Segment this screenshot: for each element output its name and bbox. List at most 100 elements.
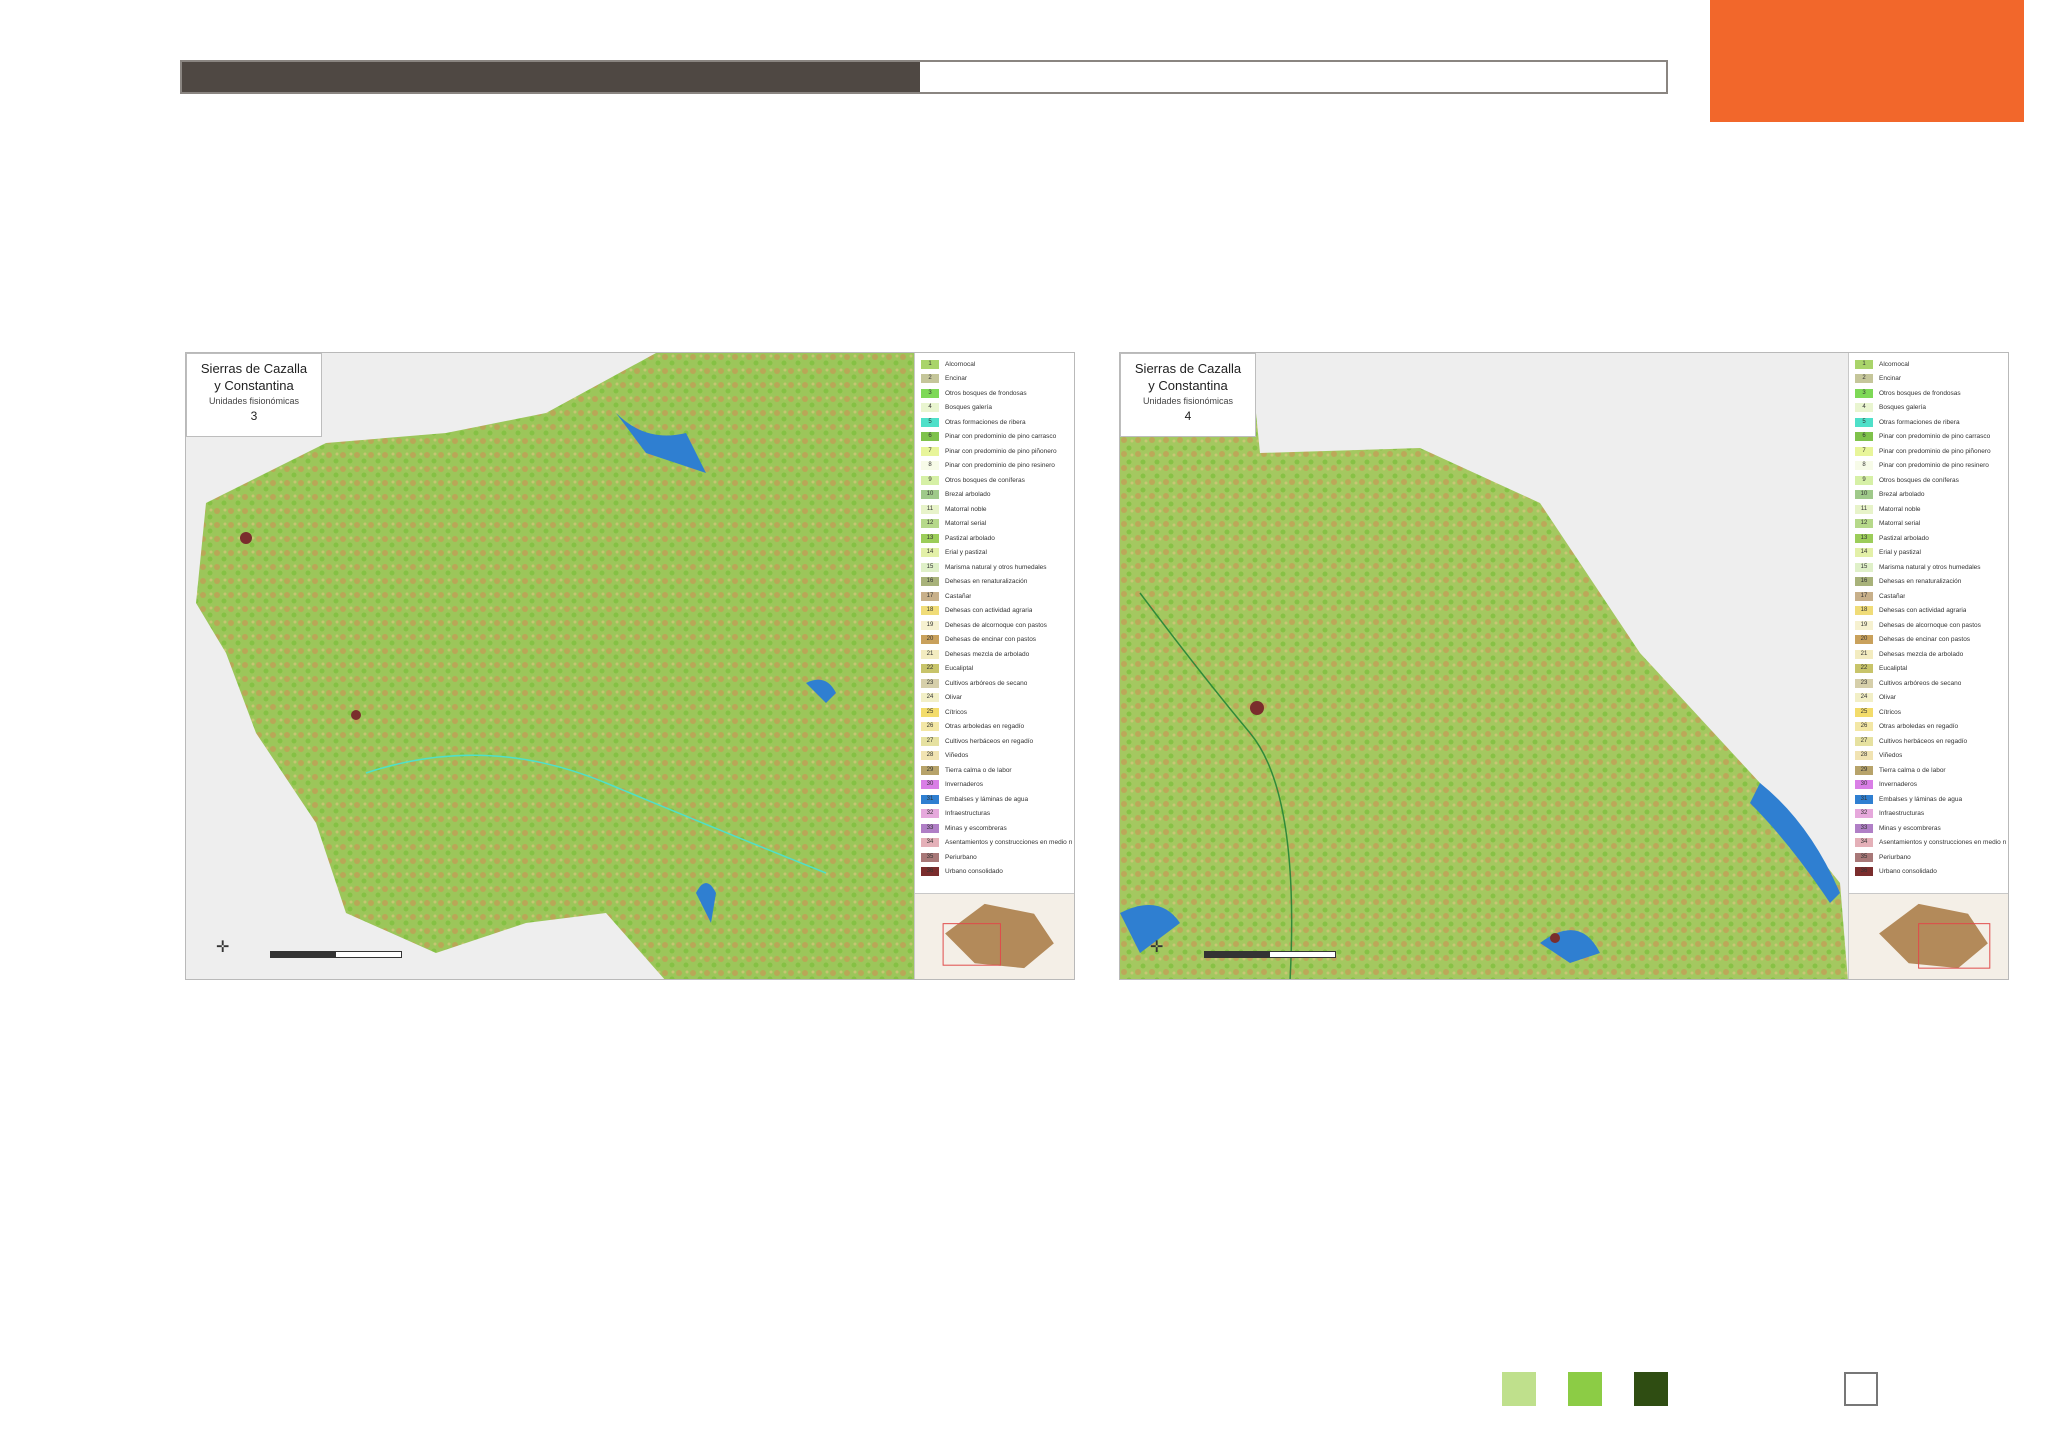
legend-swatch: 11 xyxy=(1855,504,1873,514)
legend-swatch: 7 xyxy=(921,446,939,456)
color-square-empty xyxy=(1844,1372,1878,1406)
legend-label: Cítricos xyxy=(945,708,968,716)
legend-item: 4 Bosques galería xyxy=(921,401,1072,416)
legend-swatch: 1 xyxy=(1855,359,1873,369)
legend-item: 16 Dehesas en renaturalización xyxy=(921,575,1072,590)
legend-item: 14 Erial y pastizal xyxy=(921,546,1072,561)
map-title-box: Sierras de Cazalla y Constantina Unidade… xyxy=(1120,353,1256,437)
terrain-map xyxy=(1120,353,1848,979)
legend-label: Embalses y láminas de agua xyxy=(1879,795,1963,803)
legend-label: Brezal arbolado xyxy=(945,491,991,499)
map-area[interactable]: Sierras de Cazalla y Constantina Unidade… xyxy=(1120,353,1848,979)
legend-label: Matorral noble xyxy=(945,505,987,513)
legend-label: Dehesas con actividad agraria xyxy=(945,607,1033,615)
legend-swatch: 8 xyxy=(1855,461,1873,471)
locator-inset-map xyxy=(1848,893,2008,979)
legend-item: 15 Marisma natural y otros humedales xyxy=(921,560,1072,575)
legend-item: 25 Cítricos xyxy=(921,705,1072,720)
legend-swatch: 32 xyxy=(921,809,939,819)
legend-label: Olivar xyxy=(945,694,962,702)
scale-bar xyxy=(1204,951,1336,958)
legend-item: 34 Asentamientos y construcciones en medi… xyxy=(921,836,1072,851)
legend-label: Dehesas de encinar con pastos xyxy=(945,636,1037,644)
north-arrow-icon: ✛ xyxy=(1150,939,1164,956)
legend-item: 31 Embalses y láminas de agua xyxy=(921,792,1072,807)
legend-label: Castañar xyxy=(1879,592,1906,600)
legend-swatch: 30 xyxy=(921,780,939,790)
map-title-box: Sierras de Cazalla y Constantina Unidade… xyxy=(186,353,322,437)
legend-swatch: 28 xyxy=(921,751,939,761)
legend-label: Pinar con predominio de pino carrasco xyxy=(1879,433,1991,441)
legend-item: 17 Castañar xyxy=(1855,589,2006,604)
legend-swatch: 23 xyxy=(921,678,939,688)
legend-item: 30 Invernaderos xyxy=(1855,778,2006,793)
map-title-line2: y Constantina xyxy=(1148,378,1228,393)
legend-swatch: 31 xyxy=(921,794,939,804)
legend-label: Pinar con predominio de pino resinero xyxy=(1879,462,1989,470)
legend-item: 23 Cultivos arbóreos de secano xyxy=(1855,676,2006,691)
legend-label: Dehesas mezcla de arbolado xyxy=(945,650,1030,658)
legend-item: 18 Dehesas con actividad agraria xyxy=(921,604,1072,619)
legend-item: 1 Alcornocal xyxy=(1855,357,2006,372)
legend-item: 2 Encinar xyxy=(921,372,1072,387)
legend-swatch: 23 xyxy=(1855,678,1873,688)
map-number: 4 xyxy=(1184,409,1192,423)
legend-item: 34 Asentamientos y construcciones en medi… xyxy=(1855,836,2006,851)
map-legend: 1 Alcornocal 2 Encinar 3 Otros bosques de fro… xyxy=(914,353,1074,893)
legend-item: 24 Olivar xyxy=(1855,691,2006,706)
legend-item: 26 Otras arboledas en regadío xyxy=(921,720,1072,735)
legend-swatch: 36 xyxy=(921,867,939,877)
legend-swatch: 4 xyxy=(921,403,939,413)
legend-swatch: 36 xyxy=(1855,867,1873,877)
corner-accent-tab xyxy=(1710,0,2024,122)
legend-label: Otras formaciones de ribera xyxy=(1879,418,1960,426)
legend-item: 29 Tierra calma o de labor xyxy=(1855,763,2006,778)
legend-item: 2 Encinar xyxy=(1855,372,2006,387)
legend-swatch: 14 xyxy=(921,548,939,558)
legend-item: 20 Dehesas de encinar con pastos xyxy=(1855,633,2006,648)
legend-item: 31 Embalses y láminas de agua xyxy=(1855,792,2006,807)
legend-label: Castañar xyxy=(945,592,972,600)
legend-swatch: 2 xyxy=(921,374,939,384)
legend-label: Otras formaciones de ribera xyxy=(945,418,1026,426)
progress-fill xyxy=(182,62,920,92)
legend-swatch: 27 xyxy=(921,736,939,746)
legend-label: Viñedos xyxy=(945,752,969,760)
legend-label: Cultivos arbóreos de secano xyxy=(945,679,1028,687)
legend-label: Tierra calma o de labor xyxy=(1879,766,1946,774)
legend-label: Urbano consolidado xyxy=(1879,868,1937,876)
legend-label: Otros bosques de coníferas xyxy=(1879,476,1959,484)
legend-label: Urbano consolidado xyxy=(945,868,1003,876)
legend-item: 22 Eucaliptal xyxy=(1855,662,2006,677)
legend-swatch: 6 xyxy=(921,432,939,442)
legend-swatch: 27 xyxy=(1855,736,1873,746)
legend-label: Otros bosques de frondosas xyxy=(945,389,1027,397)
color-square-light-green xyxy=(1502,1372,1536,1406)
legend-item: 21 Dehesas mezcla de arbolado xyxy=(921,647,1072,662)
legend-swatch: 26 xyxy=(921,722,939,732)
legend-label: Dehesas en renaturalización xyxy=(945,578,1028,586)
legend-item: 13 Pastizal arbolado xyxy=(921,531,1072,546)
legend-label: Embalses y láminas de agua xyxy=(945,795,1029,803)
legend-label: Minas y escombreras xyxy=(1879,824,1941,832)
map-area[interactable]: Sierras de Cazalla y Constantina Unidade… xyxy=(186,353,914,979)
scale-bar xyxy=(270,951,402,958)
legend-label: Infraestructuras xyxy=(1879,810,1925,818)
legend-item: 21 Dehesas mezcla de arbolado xyxy=(1855,647,2006,662)
legend-swatch: 20 xyxy=(921,635,939,645)
legend-label: Bosques galería xyxy=(945,404,992,412)
legend-item: 8 Pinar con predominio de pino resinero xyxy=(1855,459,2006,474)
legend-item: 32 Infraestructuras xyxy=(921,807,1072,822)
legend-label: Dehesas con actividad agraria xyxy=(1879,607,1967,615)
legend-swatch: 29 xyxy=(921,765,939,775)
legend-label: Eucaliptal xyxy=(945,665,974,673)
legend-item: 27 Cultivos herbáceos en regadío xyxy=(921,734,1072,749)
legend-label: Cultivos herbáceos en regadío xyxy=(945,737,1034,745)
legend-label: Dehesas de alcornoque con pastos xyxy=(1879,621,1981,629)
legend-swatch: 24 xyxy=(921,693,939,703)
legend-item: 6 Pinar con predominio de pino carrasco xyxy=(1855,430,2006,445)
legend-label: Matorral serial xyxy=(945,520,987,528)
legend-label: Viñedos xyxy=(1879,752,1903,760)
legend-item: 25 Cítricos xyxy=(1855,705,2006,720)
legend-swatch: 15 xyxy=(921,562,939,572)
